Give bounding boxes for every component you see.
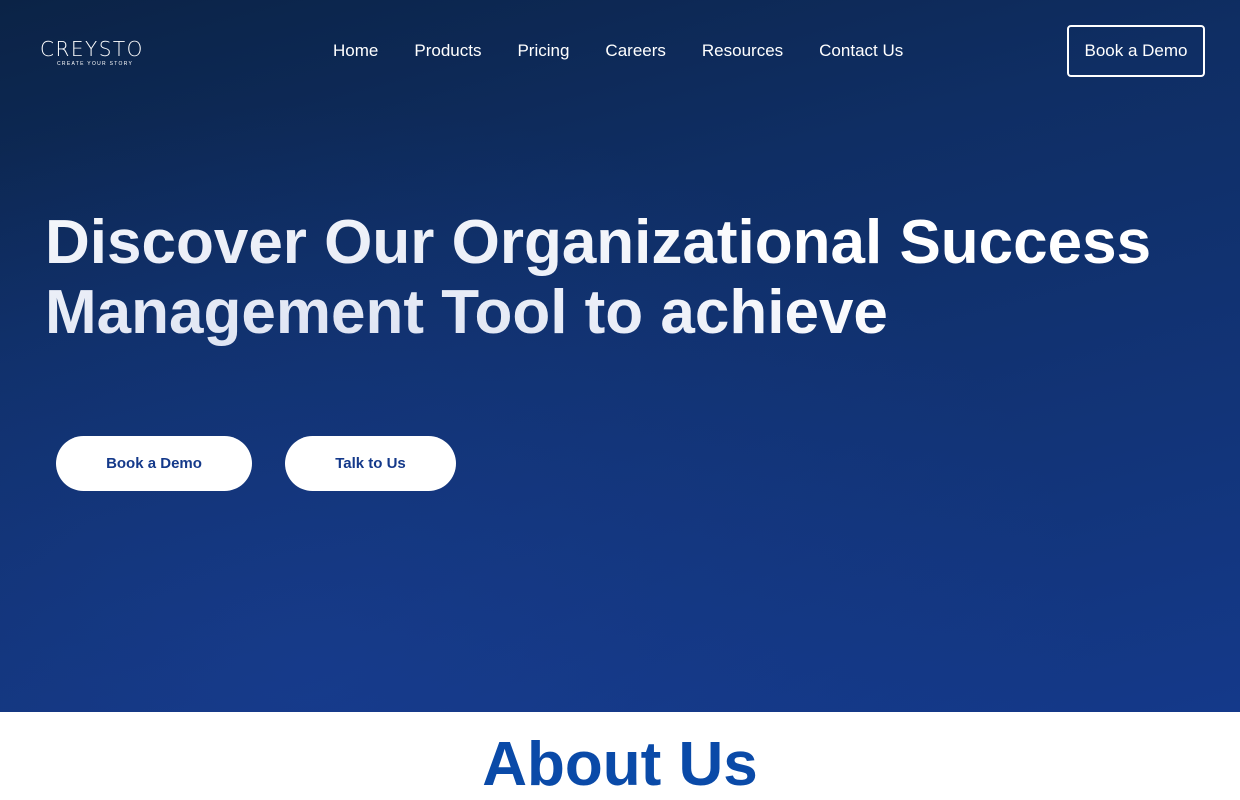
brand-wordmark: CREYSTO bbox=[40, 37, 144, 61]
nav-link-pricing[interactable]: Pricing bbox=[517, 40, 569, 62]
main-nav: Home Products Pricing Careers Resources … bbox=[333, 40, 903, 62]
about-us-heading: About Us bbox=[482, 730, 758, 799]
hero-talk-to-us-button[interactable]: Talk to Us bbox=[285, 436, 456, 491]
nav-link-resources[interactable]: Resources bbox=[702, 40, 783, 62]
nav-link-home[interactable]: Home bbox=[333, 40, 378, 62]
nav-link-careers[interactable]: Careers bbox=[605, 40, 665, 62]
brand-logo[interactable]: CREYSTO CREATE YOUR STORY bbox=[40, 38, 152, 70]
hero-section: CREYSTO CREATE YOUR STORY Home Products … bbox=[0, 0, 1240, 712]
hero-book-demo-button[interactable]: Book a Demo bbox=[56, 436, 252, 491]
brand-tagline: CREATE YOUR STORY bbox=[57, 61, 134, 67]
hero-headline: Discover Our Organizational Success Mana… bbox=[45, 208, 1152, 347]
nav-link-products[interactable]: Products bbox=[414, 40, 481, 62]
header-book-demo-button[interactable]: Book a Demo bbox=[1067, 25, 1205, 77]
nav-link-contact-us[interactable]: Contact Us bbox=[819, 40, 903, 62]
